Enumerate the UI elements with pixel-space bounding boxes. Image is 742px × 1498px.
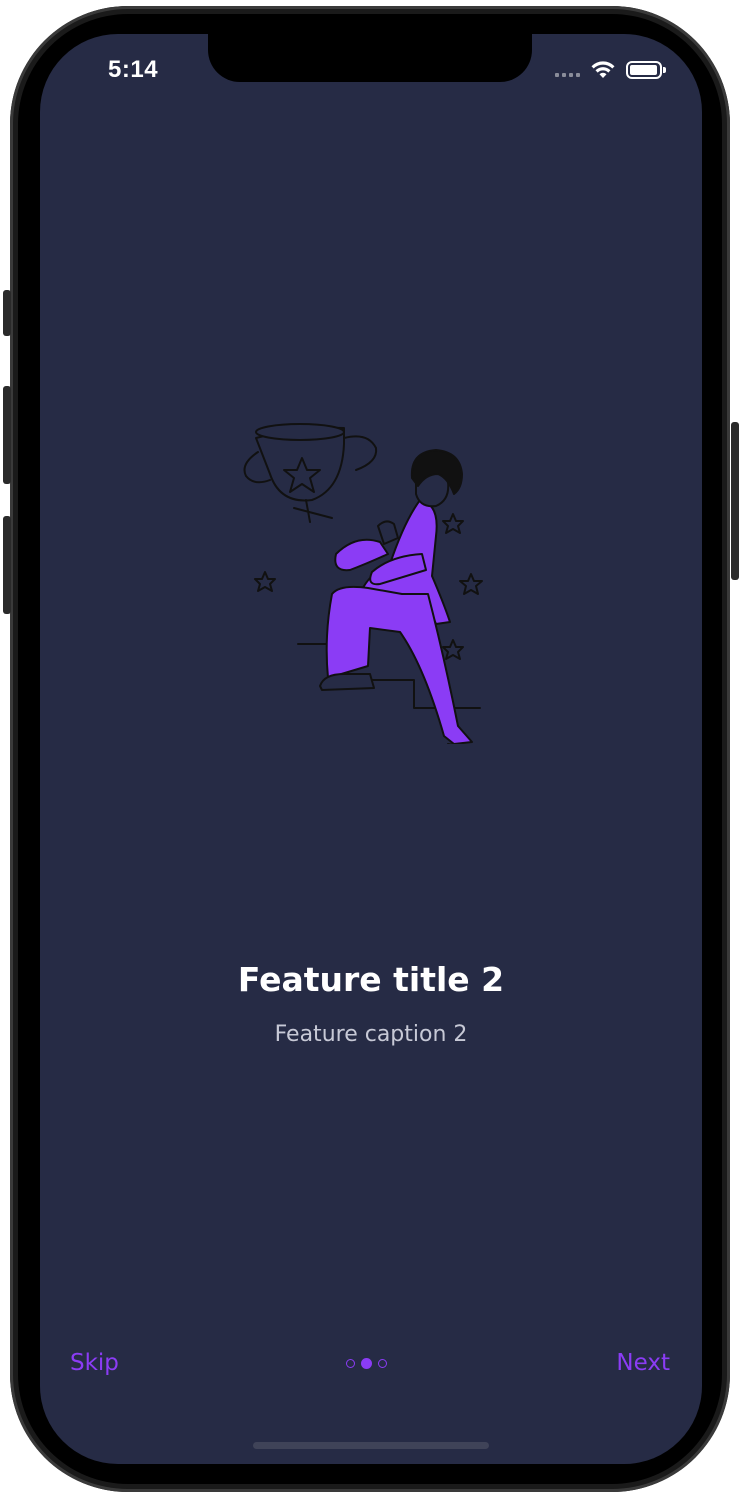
notch (208, 34, 532, 82)
power-button (731, 422, 739, 580)
status-time: 5:14 (108, 56, 159, 83)
home-indicator[interactable] (253, 1442, 489, 1449)
skip-button[interactable]: Skip (70, 1350, 119, 1376)
volume-down-button (3, 516, 11, 614)
trophy-person-climbing-stairs-illustration (243, 423, 483, 744)
page-indicator[interactable] (346, 1358, 387, 1369)
page-dot-3[interactable] (378, 1359, 387, 1368)
onboarding-screen: 5:14 Feature title 2 Feature caption 2 S… (40, 34, 702, 1464)
feature-title: Feature title 2 (237, 960, 505, 999)
volume-up-button (3, 386, 11, 484)
page-dot-2-active[interactable] (361, 1358, 372, 1369)
status-icons (555, 60, 666, 79)
page-dot-1[interactable] (346, 1359, 355, 1368)
next-button[interactable]: Next (616, 1350, 670, 1376)
battery-icon (626, 60, 666, 79)
wifi-icon (591, 61, 615, 78)
mute-switch (3, 290, 11, 336)
signal-icon (555, 63, 580, 77)
feature-caption: Feature caption 2 (274, 1022, 468, 1047)
